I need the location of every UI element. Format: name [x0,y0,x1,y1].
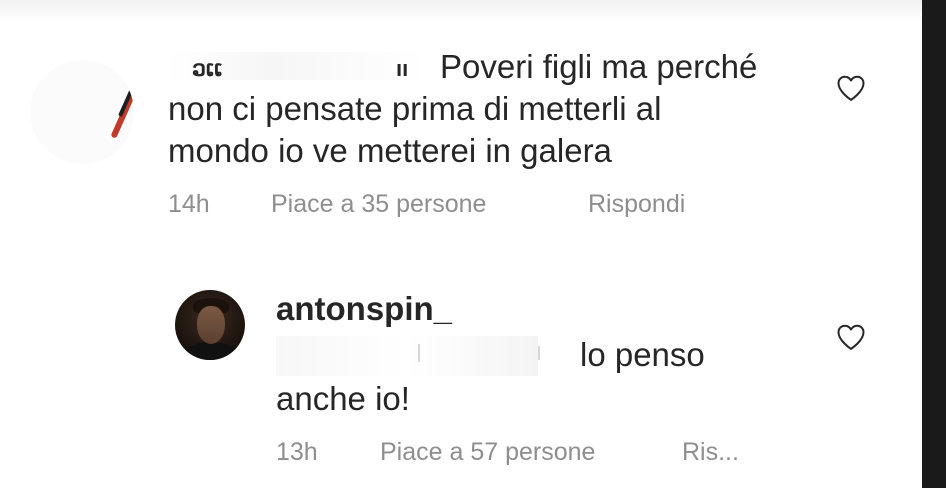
username[interactable]: antonspin_ [276,290,452,328]
redaction-artifact [538,346,540,360]
comment-time: 13h [276,438,318,466]
avatar-photo-part [181,342,241,360]
heart-outline-icon[interactable] [836,323,866,351]
username-fragment[interactable]: ວເເ [192,56,222,82]
screen-edge [922,0,946,488]
comment-text-line: Poveri figli ma perché [440,48,758,85]
avatar[interactable] [175,290,245,360]
reply-button[interactable]: Rispondi [588,190,685,219]
comment-text-line: non ci pensate prima di metterli al [168,90,662,127]
comment-text-line: anche io! [276,380,410,417]
avatar[interactable] [30,60,134,164]
redaction-artifact [418,344,420,362]
mention-redacted [276,336,538,376]
likes-count-link[interactable]: Piace a 57 persone [380,438,595,467]
username-fragment[interactable]: ıı [396,56,408,82]
likes-count-link[interactable]: Piace a 35 persone [271,190,486,219]
avatar-photo-part [197,306,225,344]
comment-text-line: mondo io ve metterei in galera [168,132,612,169]
comment-time: 14h [168,190,210,218]
heart-outline-icon[interactable] [836,74,866,102]
comment-text-line: lo penso [580,336,705,373]
reply-button[interactable]: Ris... [682,438,739,467]
comment-1: ວເເ ıı Poveri figli ma perché non ci pen… [0,0,922,240]
